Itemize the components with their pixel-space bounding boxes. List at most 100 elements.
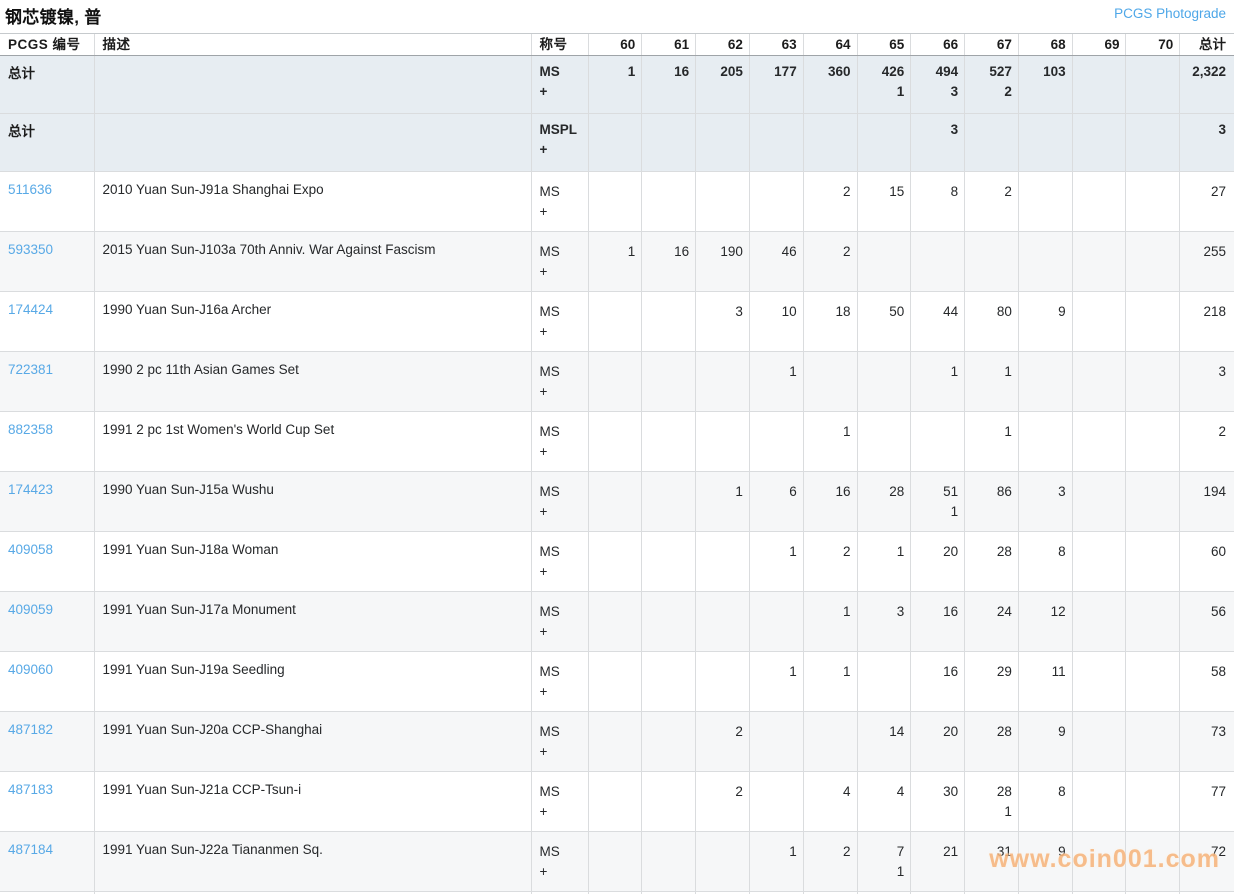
cell-value: 28: [967, 542, 1012, 562]
description-cell: 1991 2 pc 1st Women's World Cup Set: [94, 412, 531, 472]
grade-cell-61: [642, 712, 696, 772]
table-header-row: PCGS 编号描述称号6061626364656667686970总计: [0, 34, 1234, 56]
designation-cell: MS+: [531, 832, 588, 892]
cell-value: 31: [967, 842, 1012, 862]
cell-value: 1: [752, 662, 797, 682]
pcgs-id-link[interactable]: 409059: [8, 602, 53, 617]
designation-cell: MS+: [531, 652, 588, 712]
cell-value: 18: [806, 302, 851, 322]
grade-cell-67: 281: [965, 772, 1019, 832]
header-cell-64: 64: [803, 34, 857, 56]
grade-cell-60: [588, 592, 642, 652]
grade-cell-66: 16: [911, 592, 965, 652]
pcgs-id-cell: 487182: [0, 712, 94, 772]
designation-cell: MS+: [531, 412, 588, 472]
grade-cell-62: [696, 114, 750, 172]
pcgs-id-link[interactable]: 882358: [8, 422, 53, 437]
grade-cell-70: [1126, 172, 1180, 232]
grade-cell-62: 2: [696, 712, 750, 772]
header-cell-60: 60: [588, 34, 642, 56]
cell-value: 1: [698, 482, 743, 502]
grade-cell-69: [1072, 772, 1126, 832]
designation-cell: MS+: [531, 352, 588, 412]
cell-value: 2: [806, 182, 851, 202]
pcgs-id-cell: 882358: [0, 412, 94, 472]
designation-cell: MS+: [531, 532, 588, 592]
cell-value: 50: [860, 302, 905, 322]
grade-cell-62: 3: [696, 292, 750, 352]
pcgs-id-link[interactable]: 722381: [8, 362, 53, 377]
pcgs-id-link[interactable]: 174423: [8, 482, 53, 497]
grade-cell-64: 2: [803, 172, 857, 232]
cell-value: 3: [1182, 362, 1226, 382]
page: 钢芯镀镍, 普 PCGS Photograde PCGS 编号描述称号60616…: [0, 0, 1234, 894]
cell-plus-count: +: [540, 382, 584, 402]
grade-cell-61: [642, 172, 696, 232]
cell-value: 77: [1182, 782, 1226, 802]
grade-cell-65: [857, 652, 911, 712]
cell-value: 21: [913, 842, 958, 862]
cell-value: 3: [1182, 120, 1226, 140]
grade-cell-64: 2: [803, 532, 857, 592]
grade-cell-65: 71: [857, 832, 911, 892]
grade-cell-70: [1126, 832, 1180, 892]
grade-cell-60: 1: [588, 232, 642, 292]
grade-cell-62: 205: [696, 56, 750, 114]
cell-plus-count: 2: [967, 82, 1012, 102]
grade-cell-62: [696, 412, 750, 472]
pcgs-id-cell: 409059: [0, 592, 94, 652]
pcgs-id-link[interactable]: 487184: [8, 842, 53, 857]
pcgs-id-cell: 487183: [0, 772, 94, 832]
cell-value: MS: [540, 482, 584, 502]
grade-cell-70: [1126, 114, 1180, 172]
cell-value: 494: [913, 62, 958, 82]
grade-cell-66: [911, 232, 965, 292]
cell-plus-count: +: [540, 742, 584, 762]
grade-cell-69: [1072, 292, 1126, 352]
grade-cell-62: [696, 352, 750, 412]
total-cell: 56: [1180, 592, 1234, 652]
table-row: 1744241990 Yuan Sun-J16a ArcherMS+310185…: [0, 292, 1234, 352]
pcgs-id-cell: 总计: [0, 114, 94, 172]
pcgs-id-link[interactable]: 409058: [8, 542, 53, 557]
description-cell: 1991 Yuan Sun-J19a Seedling: [94, 652, 531, 712]
grade-cell-63: [749, 412, 803, 472]
grade-cell-64: 1: [803, 412, 857, 472]
pcgs-id-link[interactable]: 511636: [8, 182, 52, 197]
grade-cell-70: [1126, 292, 1180, 352]
grade-cell-60: [588, 412, 642, 472]
pcgs-id-link[interactable]: 409060: [8, 662, 53, 677]
grade-cell-68: 11: [1018, 652, 1072, 712]
cell-value: 1: [967, 422, 1012, 442]
pcgs-id-link[interactable]: 487183: [8, 782, 53, 797]
page-title: 钢芯镀镍, 普: [5, 3, 102, 28]
cell-value: 60: [1182, 542, 1226, 562]
cell-value: 2: [698, 782, 743, 802]
grade-cell-63: 46: [749, 232, 803, 292]
pcgs-id-link[interactable]: 487182: [8, 722, 53, 737]
grade-cell-65: 50: [857, 292, 911, 352]
pcgs-id-cell: 487184: [0, 832, 94, 892]
designation-cell: MS+: [531, 232, 588, 292]
grade-cell-67: 1: [965, 412, 1019, 472]
grade-cell-61: [642, 352, 696, 412]
grade-cell-70: [1126, 412, 1180, 472]
cell-value: 1: [591, 242, 636, 262]
pcgs-id-cell: 722381: [0, 352, 94, 412]
grade-cell-66: 1: [911, 352, 965, 412]
cell-value: MS: [540, 362, 584, 382]
cell-value: 194: [1182, 482, 1226, 502]
cell-plus-count: 1: [860, 82, 905, 102]
photograde-link[interactable]: PCGS Photograde: [1114, 6, 1226, 21]
table-row: 4090591991 Yuan Sun-J17a MonumentMS+1316…: [0, 592, 1234, 652]
grade-cell-66: 20: [911, 532, 965, 592]
pcgs-id-link[interactable]: 174424: [8, 302, 53, 317]
cell-plus-count: +: [540, 262, 584, 282]
pcgs-id-link[interactable]: 593350: [8, 242, 53, 257]
cell-value: 20: [913, 722, 958, 742]
cell-plus-count: 3: [913, 82, 958, 102]
grade-cell-66: 21: [911, 832, 965, 892]
cell-value: 7: [860, 842, 905, 862]
cell-value: MS: [540, 662, 584, 682]
grade-cell-68: 103: [1018, 56, 1072, 114]
